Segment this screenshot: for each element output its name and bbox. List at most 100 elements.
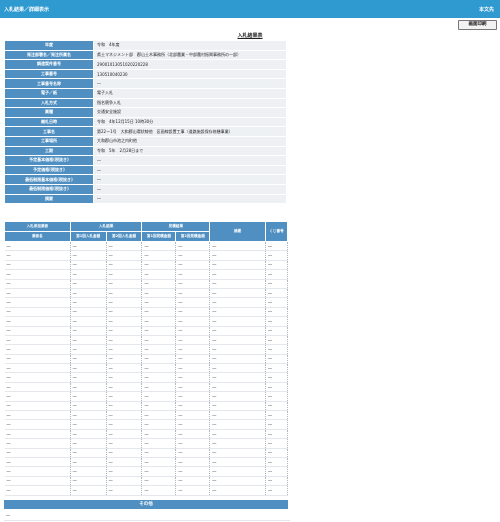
table-cell: ― bbox=[70, 410, 107, 421]
table-cell: ― bbox=[265, 410, 288, 421]
table-cell: ― bbox=[209, 288, 267, 299]
table-cell: ― bbox=[4, 485, 71, 496]
table-row: ― ― ― ― ― ― ― bbox=[4, 485, 288, 496]
table-cell: ― bbox=[209, 297, 267, 308]
table-cell: ― bbox=[175, 401, 211, 412]
info-value: ― bbox=[93, 193, 287, 205]
table-cell: ― bbox=[175, 410, 211, 421]
info-row: 開札日時 令和 4年12月15日 10時30分 bbox=[4, 116, 287, 128]
table-cell: ― bbox=[141, 269, 177, 280]
table-row: ― ― ― ― ― ― ― bbox=[4, 401, 288, 412]
info-label: 発注部署名／発注所属名 bbox=[4, 49, 94, 61]
info-row: 業種 交通安全施設 bbox=[4, 107, 287, 118]
table-cell: ― bbox=[70, 363, 107, 374]
table-cell: ― bbox=[4, 279, 71, 289]
table-cell: ― bbox=[70, 382, 107, 393]
print-button[interactable]: 画面印刷 bbox=[458, 20, 497, 30]
table-cell: ― bbox=[265, 307, 288, 318]
table-cell: ― bbox=[265, 344, 288, 355]
table-cell: ― bbox=[4, 391, 71, 402]
table-cell: ― bbox=[106, 410, 143, 421]
table-row: ― ― ― ― ― ― ― bbox=[4, 457, 288, 468]
info-value: 電子入札 bbox=[93, 87, 287, 99]
table-cell: ― bbox=[265, 363, 288, 374]
table-cell: ― bbox=[175, 466, 211, 477]
table-row: ― ― ― ― ― ― ― bbox=[4, 438, 288, 449]
col-header-bid-result: 入札結果 bbox=[69, 221, 143, 232]
table-cell: ― bbox=[106, 485, 143, 496]
table-cell: ― bbox=[106, 260, 143, 271]
table-cell: ― bbox=[265, 335, 288, 346]
table-cell: ― bbox=[265, 279, 288, 289]
table-cell: ― bbox=[175, 279, 211, 289]
table-row: ― ― ― ― ― ― ― bbox=[4, 429, 288, 440]
table-cell: ― bbox=[175, 391, 211, 402]
col-header-lottery: くじ番号 bbox=[265, 221, 288, 242]
table-cell: ― bbox=[4, 344, 71, 355]
table-cell: ― bbox=[106, 269, 143, 280]
info-row: 入札方式 指名競争入札 bbox=[4, 97, 287, 109]
info-value: 令和 5年 2月28日まで bbox=[93, 145, 287, 157]
table-cell: ― bbox=[4, 307, 71, 318]
table-cell: ― bbox=[209, 438, 267, 449]
table-cell: ― bbox=[106, 382, 143, 393]
table-row: ― ― ― ― ― ― ― bbox=[4, 363, 288, 374]
table-row: ― ― ― ― ― ― ― bbox=[4, 297, 288, 308]
table-cell: ― bbox=[106, 476, 143, 487]
table-cell: ― bbox=[141, 448, 177, 459]
table-cell: ― bbox=[209, 382, 267, 393]
info-label: 最低制限基本価格(税抜き) bbox=[4, 174, 94, 185]
table-cell: ― bbox=[141, 297, 177, 308]
table-cell: ― bbox=[4, 288, 71, 299]
table-cell: ― bbox=[4, 316, 71, 327]
table-cell: ― bbox=[70, 279, 107, 289]
table-cell: ― bbox=[4, 457, 71, 468]
page-title: 入札結果／詳細表示 bbox=[4, 7, 50, 13]
table-cell: ― bbox=[265, 316, 288, 327]
table-row: ― ― ― ― ― ― ― bbox=[4, 241, 288, 252]
table-row: ― ― ― ― ― ― ― bbox=[4, 344, 288, 355]
table-cell: ― bbox=[265, 250, 288, 261]
table-cell: ― bbox=[141, 457, 177, 468]
header-corner-link[interactable]: 本文先 bbox=[479, 6, 494, 13]
table-cell: ― bbox=[175, 438, 211, 449]
info-value: 第22ー1号 大和郡山環状線他 区画線設置工事（道路施設保存修繕事業） bbox=[93, 126, 287, 137]
table-cell: ― bbox=[175, 250, 211, 261]
table-cell: ― bbox=[106, 438, 143, 449]
table-cell: ― bbox=[175, 419, 211, 430]
info-value: 交通安全施設 bbox=[93, 107, 287, 118]
info-value: ― bbox=[93, 164, 287, 176]
table-cell: ― bbox=[141, 279, 177, 289]
table-cell: ― bbox=[4, 363, 71, 374]
table-cell: ― bbox=[106, 326, 143, 336]
table-row: ― ― ― ― ― ― ― bbox=[4, 354, 288, 365]
table-cell: ― bbox=[70, 250, 107, 261]
table-cell: ― bbox=[209, 363, 267, 374]
table-cell: ― bbox=[175, 354, 211, 365]
table-cell: ― bbox=[70, 354, 107, 365]
document-title: 入札結果表 bbox=[237, 33, 263, 39]
table-cell: ― bbox=[141, 429, 177, 440]
table-cell: ― bbox=[70, 448, 107, 459]
col-header-remarks: 摘要 bbox=[209, 221, 267, 242]
table-row: ― ― ― ― ― ― ― bbox=[4, 307, 288, 318]
table-cell: ― bbox=[209, 429, 267, 440]
other-section-value: ― bbox=[4, 511, 290, 521]
table-cell: ― bbox=[106, 288, 143, 299]
table-cell: ― bbox=[70, 429, 107, 440]
table-cell: ― bbox=[175, 457, 211, 468]
table-cell: ― bbox=[265, 438, 288, 449]
table-cell: ― bbox=[106, 250, 143, 261]
table-cell: ― bbox=[209, 476, 267, 487]
table-cell: ― bbox=[4, 382, 71, 393]
info-row: 工事番号 130510040230 bbox=[4, 68, 287, 80]
info-row: 年度 令和 4年度 bbox=[4, 40, 287, 51]
table-cell: ― bbox=[265, 485, 288, 496]
table-cell: ― bbox=[4, 410, 71, 421]
table-cell: ― bbox=[175, 448, 211, 459]
table-cell: ― bbox=[141, 241, 177, 252]
table-cell: ― bbox=[4, 372, 71, 383]
table-cell: ― bbox=[265, 288, 288, 299]
table-cell: ― bbox=[175, 297, 211, 308]
table-cell: ― bbox=[141, 391, 177, 402]
